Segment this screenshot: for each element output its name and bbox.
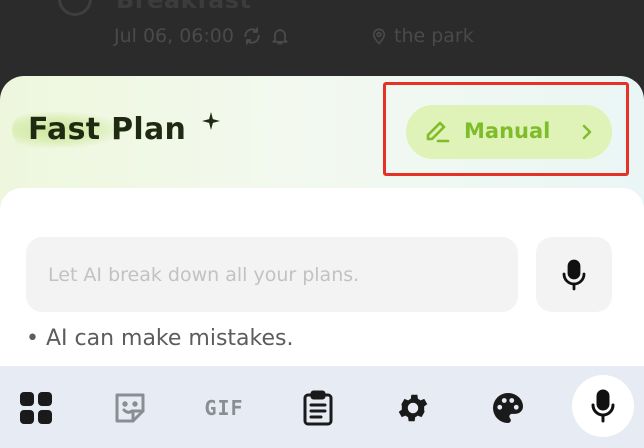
repeat-icon <box>244 27 260 45</box>
palette-icon <box>493 393 523 423</box>
task-checkbox <box>58 0 92 16</box>
task-meta: Jul 06, 06:00 <box>114 22 290 50</box>
chevron-right-icon <box>582 124 592 140</box>
microphone-icon <box>591 389 615 423</box>
sticker-icon <box>115 393 145 423</box>
gif-button[interactable]: GIF <box>200 386 248 430</box>
pencil-icon <box>426 121 450 143</box>
microphone-icon <box>562 259 586 291</box>
sticker-button[interactable] <box>108 386 152 430</box>
clipboard-icon <box>303 390 333 426</box>
sparkle-icon <box>202 112 220 130</box>
voice-input-button[interactable] <box>536 237 612 312</box>
apps-grid-button[interactable] <box>14 386 58 430</box>
ai-disclaimer: • AI can make mistakes. <box>26 326 294 351</box>
location-pin-icon <box>372 28 386 45</box>
sheet-title: Fast Plan <box>28 112 187 147</box>
keyboard-voice-button[interactable] <box>572 375 634 437</box>
manual-button[interactable]: Manual <box>406 105 612 159</box>
task-location-text: the park <box>394 25 474 47</box>
task-datetime: Jul 06, 06:00 <box>114 25 234 47</box>
apps-grid-icon <box>20 392 52 424</box>
keyboard-toolbar: GIF <box>0 366 644 448</box>
ai-input-card: • AI can make mistakes. <box>0 188 644 366</box>
task-title: Breakfast <box>116 0 252 14</box>
gear-icon <box>398 394 428 422</box>
task-location: the park <box>370 22 474 50</box>
gif-icon: GIF <box>204 396 244 420</box>
fast-plan-sheet: Fast Plan Manual • AI can make mistakes. <box>0 76 644 366</box>
background-task-item: Breakfast Jul 06, 06:00 the park <box>0 0 644 76</box>
theme-button[interactable] <box>486 386 530 430</box>
ai-plan-input[interactable] <box>26 237 518 312</box>
manual-button-label: Manual <box>464 119 551 143</box>
settings-button[interactable] <box>391 386 435 430</box>
clipboard-button[interactable] <box>296 386 340 430</box>
bell-icon <box>272 29 288 45</box>
